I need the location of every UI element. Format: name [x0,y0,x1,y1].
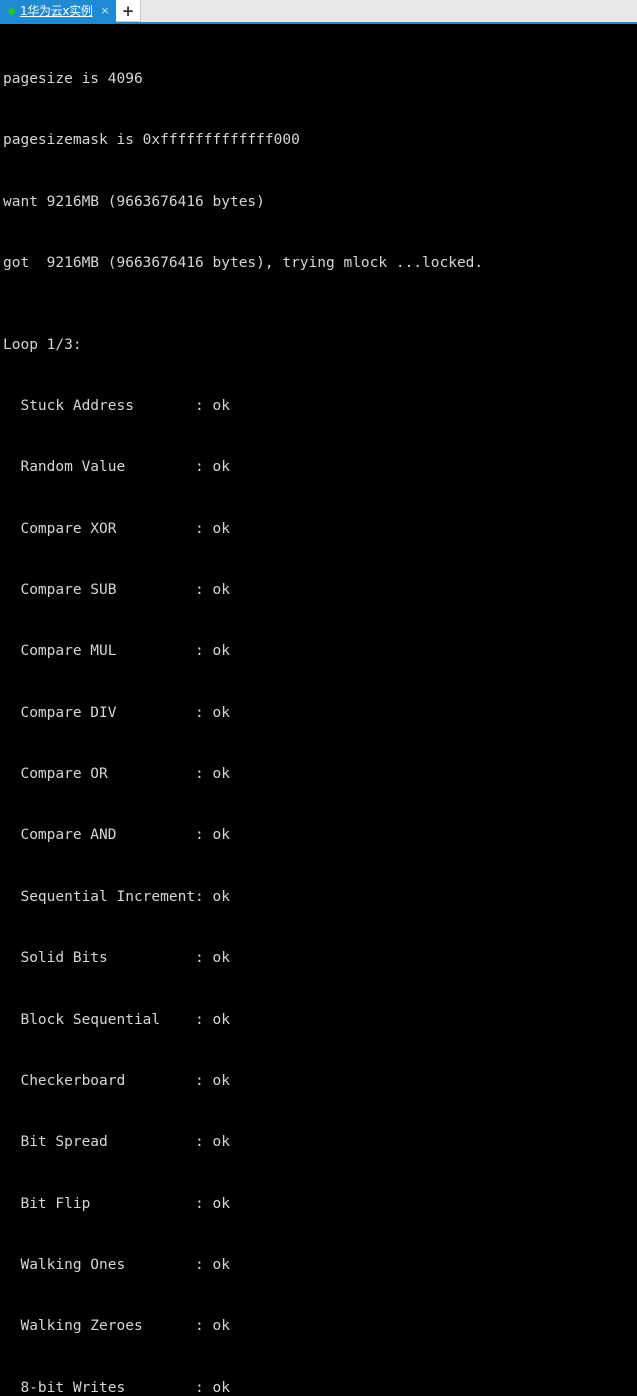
output-line: got 9216MB (9663676416 bytes), trying ml… [3,254,484,271]
test-result-line: Compare OR : ok [3,766,230,783]
test-result-line: Checkerboard : ok [3,1072,230,1089]
test-result-line: 8-bit Writes : ok [3,1379,230,1392]
test-result-line: Solid Bits : ok [3,950,230,967]
loop-header: Loop 1/3: [3,336,82,353]
new-tab-button[interactable]: + [116,0,141,22]
test-result-line: Stuck Address : ok [3,398,230,415]
tab-bar-empty-area [141,0,637,22]
test-result-line: Walking Ones : ok [3,1256,230,1273]
test-result-line: Walking Zeroes : ok [3,1318,230,1335]
test-result-line: Compare SUB : ok [3,582,230,599]
test-result-line: Block Sequential : ok [3,1011,230,1028]
tab-bar: 1华为云x实例 × + [0,0,637,24]
test-result-line: Compare XOR : ok [3,520,230,537]
close-icon[interactable]: × [98,0,112,22]
test-result-line: Bit Spread : ok [3,1134,230,1151]
tab-title: 1华为云x实例 [20,4,93,18]
test-result-line: Sequential Increment: ok [3,888,230,905]
terminal-tab-1[interactable]: 1华为云x实例 × [0,0,116,22]
test-result-line: Bit Flip : ok [3,1195,230,1212]
output-line: want 9216MB (9663676416 bytes) [3,193,265,210]
output-line: pagesizemask is 0xfffffffffffff000 [3,132,300,149]
connection-status-dot [8,7,15,15]
test-result-line: Compare DIV : ok [3,704,230,721]
output-line: pagesize is 4096 [3,70,143,87]
terminal-output[interactable]: pagesize is 4096 pagesizemask is 0xfffff… [0,24,637,1392]
test-result-line: Random Value : ok [3,459,230,476]
test-result-line: Compare AND : ok [3,827,230,844]
test-result-line: Compare MUL : ok [3,643,230,660]
